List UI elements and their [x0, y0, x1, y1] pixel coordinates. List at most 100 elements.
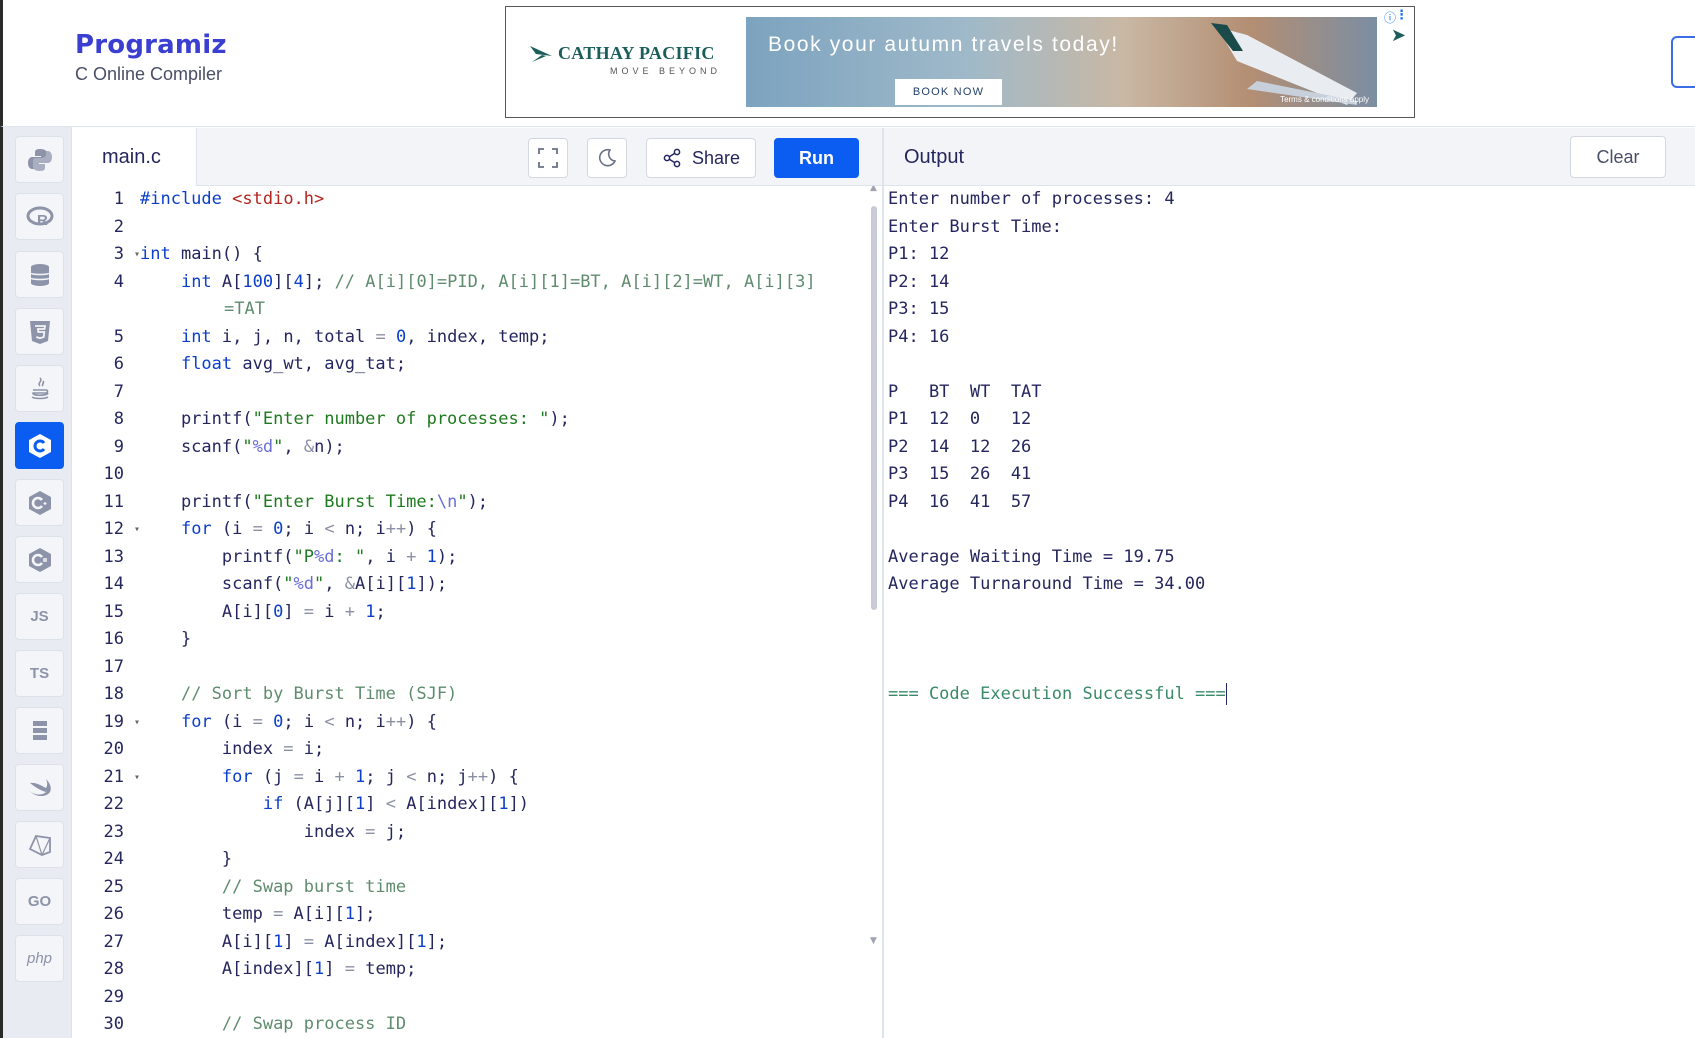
java-icon[interactable]: [15, 365, 64, 412]
output-line: P4 16 41 57: [888, 491, 1032, 512]
php-icon[interactable]: php: [15, 935, 64, 982]
code-line: float avg_wt, avg_tat;: [180, 354, 407, 374]
swift-icon[interactable]: [15, 764, 64, 811]
r-icon[interactable]: R: [15, 193, 64, 240]
line-number: 7: [113, 381, 124, 402]
code-line: index = j;: [140, 821, 407, 842]
database-icon[interactable]: [15, 251, 64, 298]
code-line: printf("P%d: ", i + 1);: [140, 546, 458, 567]
programiz-logo[interactable]: Programiz C Online Compiler: [75, 30, 227, 85]
advertisement-banner[interactable]: CATHAY PACIFIC MOVE BEYOND Book your aut…: [505, 6, 1415, 118]
execution-status: === Code Execution Successful ===: [888, 683, 1227, 705]
output-line: Enter number of processes: 4: [888, 189, 1175, 209]
tab-main-c[interactable]: main.c: [73, 128, 197, 186]
csharp-icon[interactable]: [15, 536, 64, 583]
line-number: 30: [103, 1014, 124, 1034]
ad-brand-tagline: MOVE BEYOND: [610, 66, 722, 76]
dark-mode-icon[interactable]: [587, 138, 627, 178]
line-number: 13: [103, 546, 124, 567]
logo-text: Programiz: [75, 30, 227, 60]
line-number: [73, 296, 138, 324]
js-icon[interactable]: JS: [15, 593, 64, 640]
line-number: 4: [113, 271, 124, 292]
scroll-down-icon[interactable]: ▼: [870, 936, 877, 946]
code-line: A[i][1] = A[index][1];: [140, 931, 448, 952]
ad-image[interactable]: Book your autumn travels today! BOOK NOW…: [746, 17, 1377, 107]
language-sidebar: R JS TS GO php: [0, 127, 72, 1038]
code-line: =TAT: [224, 299, 265, 319]
output-line: P BT WT TAT: [888, 381, 1042, 402]
code-line: printf("Enter Burst Time:\n");: [140, 491, 489, 512]
line-number: 11: [103, 491, 124, 512]
line-number: 26: [103, 904, 124, 924]
html5-icon[interactable]: [15, 308, 64, 355]
code-line: for (i = 0; i < n; i++) {: [180, 519, 437, 539]
code-line: if (A[j][1] < A[index][1]): [262, 794, 530, 814]
line-number: 8: [113, 409, 124, 429]
code-line: }: [140, 629, 192, 649]
compiler-subtitle: C Online Compiler: [75, 64, 223, 84]
ad-arrow-icon: ➤: [1390, 25, 1406, 46]
line-number: 1: [113, 189, 124, 209]
c-icon[interactable]: [15, 422, 64, 469]
svg-text:R: R: [37, 212, 48, 229]
code-line: for (j = i + 1; j < n; j++) {: [221, 766, 519, 787]
line-number: 22: [103, 794, 124, 814]
line-number: 29: [103, 986, 124, 1007]
airplane-wing-icon: [1211, 23, 1357, 105]
scroll-up-icon[interactable]: ▲: [870, 186, 877, 193]
line-number: 6: [113, 354, 124, 374]
code-line: // Sort by Burst Time (SJF): [180, 684, 458, 704]
ad-brand-name: CATHAY PACIFIC: [558, 43, 715, 63]
stack-icon[interactable]: [15, 707, 64, 754]
line-number: 12 ▾: [73, 516, 140, 544]
share-label: Share: [691, 147, 741, 168]
code-line: for (i = 0; i < n; i++) {: [180, 711, 437, 732]
ad-terms: Terms & conditions apply: [1280, 95, 1369, 104]
ad-menu-icon[interactable]: ⋮: [1395, 8, 1408, 23]
cathay-logo-icon: [530, 45, 552, 62]
line-number: 28: [103, 959, 124, 979]
ad-book-now-button[interactable]: BOOK NOW: [895, 79, 1002, 105]
line-number: 18: [103, 684, 124, 704]
code-line: int A[100][4]; // A[i][0]=PID, A[i][1]=B…: [180, 271, 816, 292]
ts-icon[interactable]: TS: [15, 650, 64, 697]
code-line: int main() {: [140, 244, 263, 264]
code-line: scanf("%d", &A[i][1]);: [140, 574, 448, 594]
editor-scrollbar[interactable]: [871, 206, 877, 610]
code-editor[interactable]: 1 2 3 ▾ 4 5 6 7 8 9 10 11 12 ▾ 13 14 15 16 17 18 19 ▾ 20 21 ▾ 22 2…: [73, 186, 882, 1038]
clear-button[interactable]: Clear: [1570, 136, 1666, 178]
line-number: 16: [103, 629, 124, 649]
line-number: 24: [103, 849, 124, 869]
output-line: Enter Burst Time:: [888, 216, 1062, 237]
output-line: P3 15 26 41: [888, 464, 1032, 484]
output-console[interactable]: Enter number of processes: 4 Enter Burst …: [884, 186, 1695, 1038]
code-line: scanf("%d", &n);: [140, 436, 345, 457]
output-line: Average Waiting Time = 19.75: [888, 546, 1175, 567]
output-title: Output: [904, 146, 965, 168]
code-line: temp = A[i][1];: [140, 904, 376, 924]
code-line: // Swap process ID: [221, 1014, 407, 1034]
code-line: int i, j, n, total = 0, index, temp;: [180, 326, 550, 347]
code-line: A[i][0] = i + 1;: [140, 601, 386, 622]
ruby-icon[interactable]: [15, 821, 64, 868]
code-line: #include <stdio.h>: [140, 189, 325, 209]
ad-brand: CATHAY PACIFIC MOVE BEYOND: [528, 43, 728, 76]
code-content[interactable]: #include <stdio.h> int main() { int A[10…: [140, 186, 868, 1038]
go-icon[interactable]: GO: [15, 878, 64, 925]
run-button[interactable]: Run: [774, 138, 859, 178]
editor-toolbar: main.c Share Run: [73, 128, 882, 186]
fullscreen-icon[interactable]: [528, 138, 568, 178]
header-action-button[interactable]: [1671, 36, 1695, 88]
line-number: 3 ▾: [73, 241, 140, 269]
line-number: 15: [103, 601, 124, 622]
cpp-icon[interactable]: [15, 479, 64, 526]
python-icon[interactable]: [15, 136, 64, 183]
share-button[interactable]: Share: [646, 138, 756, 178]
